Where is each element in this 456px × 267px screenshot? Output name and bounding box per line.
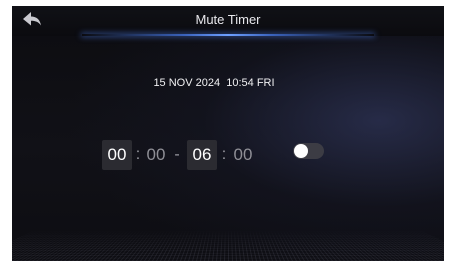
range-dash: - — [174, 146, 180, 163]
mute-timer-toggle[interactable] — [293, 143, 324, 159]
header-bar: Mute Timer — [12, 6, 444, 36]
weekday-text: FRI — [256, 77, 275, 89]
header-glow-line — [82, 34, 374, 36]
background-floor-grid — [12, 230, 444, 261]
time-text: 10:54 — [226, 77, 254, 89]
end-minute-field[interactable]: 00 — [232, 140, 254, 170]
current-datetime: 15 NOV 2024 10:54 FRI — [12, 76, 416, 90]
start-hour-field[interactable]: 00 — [102, 140, 132, 170]
start-minute-field[interactable]: 00 — [145, 140, 167, 170]
page-title: Mute Timer — [195, 12, 261, 27]
device-screen: Mute Timer 15 NOV 2024 10:54 FRI 00 : 00… — [12, 6, 444, 261]
toggle-knob — [294, 144, 308, 158]
date-text: 15 NOV 2024 — [153, 77, 221, 89]
end-hour-field[interactable]: 06 — [187, 140, 217, 170]
start-colon: : — [135, 146, 141, 163]
end-colon: : — [221, 146, 227, 163]
